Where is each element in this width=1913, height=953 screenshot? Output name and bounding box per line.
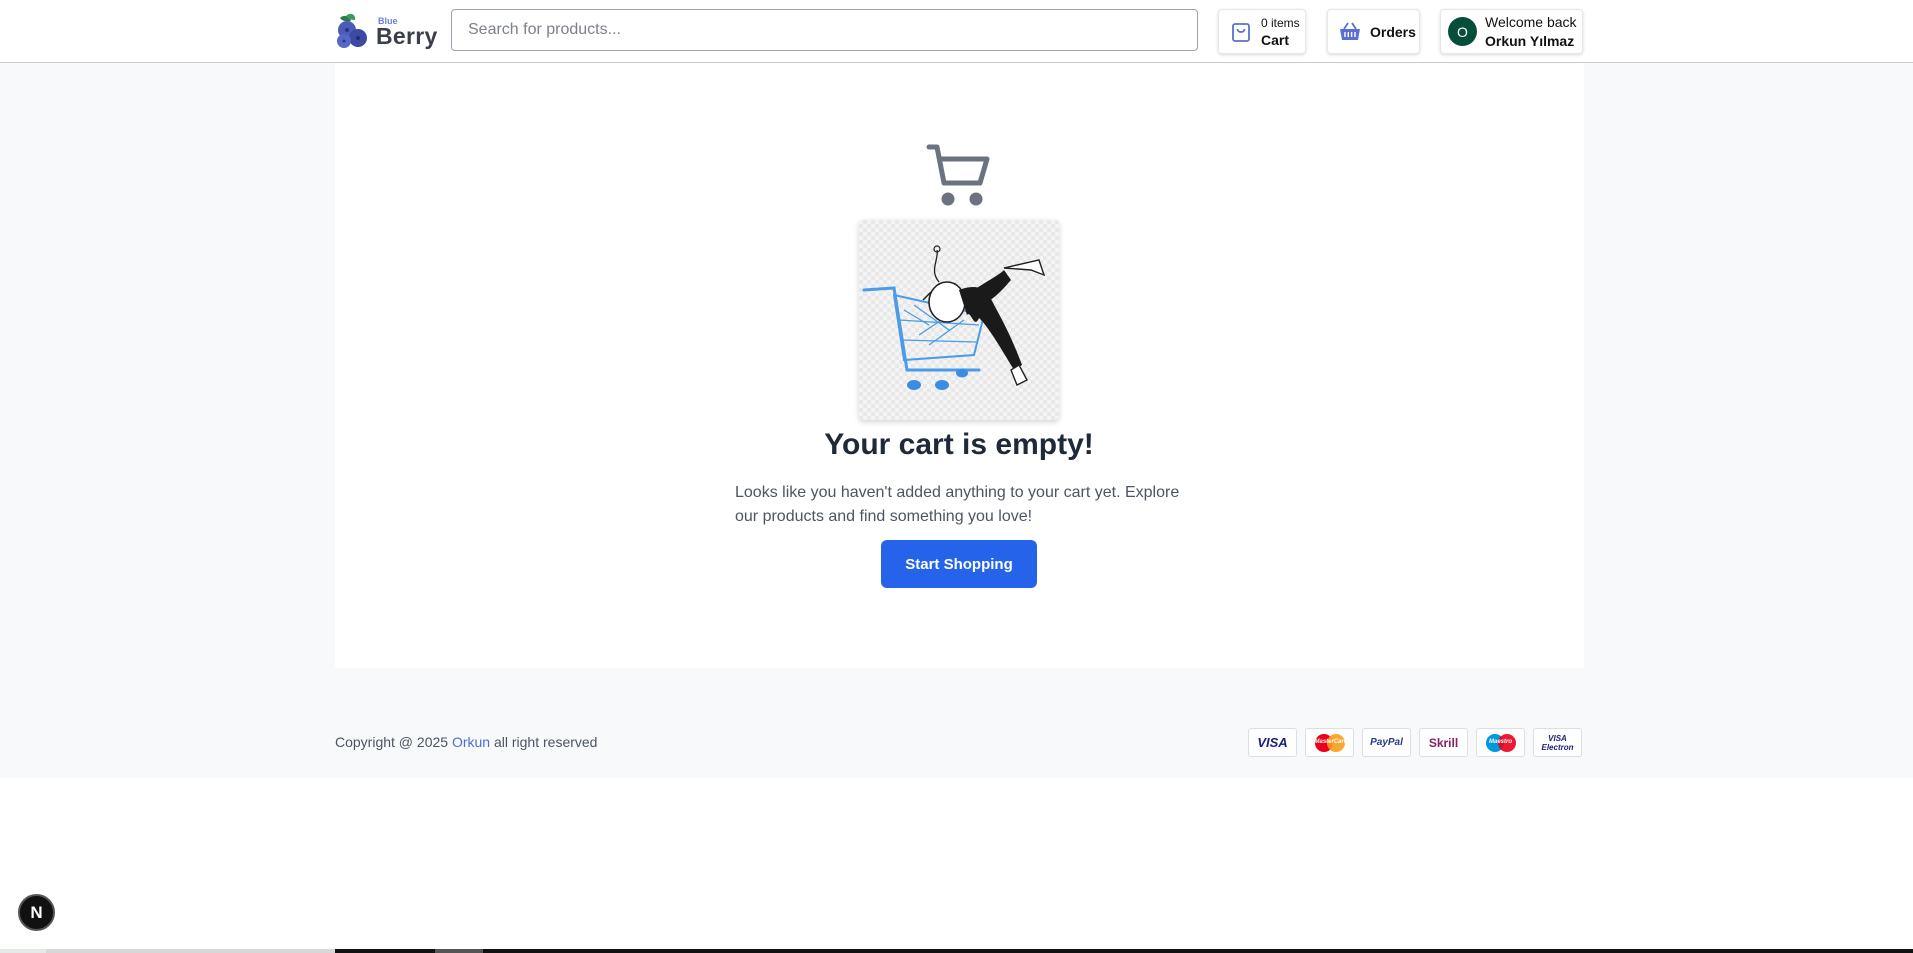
visa-electron-logo-icon: VISA Electron — [1533, 728, 1582, 757]
orders-label: Orders — [1370, 23, 1416, 40]
maestro-logo-icon: Maestro — [1476, 728, 1525, 757]
empty-cart-description: Looks like you haven't added anything to… — [735, 484, 1180, 525]
orders-button[interactable]: Orders — [1327, 9, 1420, 54]
visa-logo-icon: VISA — [1248, 728, 1297, 757]
top-header: Blue Berry 0 items Cart Orders O Welcome… — [0, 0, 1913, 63]
user-name: Orkun Yılmaz — [1485, 32, 1575, 49]
copyright-author-link[interactable]: Orkun — [452, 734, 490, 750]
basket-icon — [1340, 22, 1360, 40]
skrill-logo-icon: Skrill — [1419, 728, 1468, 757]
person-diving-into-cart-illustration — [862, 245, 1046, 390]
paypal-logo-icon: PayPal — [1362, 728, 1411, 757]
dev-tools-badge[interactable]: N — [18, 894, 55, 931]
search-input[interactable] — [451, 9, 1198, 51]
cart-label: Cart — [1261, 31, 1290, 48]
copyright-prefix: Copyright @ 2025 — [335, 734, 449, 750]
copyright-suffix: all right reserved — [493, 734, 598, 750]
shopping-cart-icon — [926, 144, 990, 206]
cart-count: 0 items — [1261, 15, 1300, 30]
empty-cart-illustration — [859, 220, 1059, 420]
empty-cart-title: Your cart is empty! — [824, 428, 1094, 461]
shopping-bag-icon — [1232, 22, 1250, 42]
avatar: O — [1448, 17, 1477, 46]
user-greeting: Welcome back — [1485, 13, 1577, 30]
footer-copyright: Copyright @ 2025 Orkun all right reserve… — [335, 734, 597, 750]
cart-button[interactable]: 0 items Cart — [1218, 9, 1306, 54]
blueberry-logo-icon — [337, 13, 367, 48]
start-shopping-button[interactable]: Start Shopping — [881, 540, 1037, 588]
bottom-scrollbar — [0, 949, 1913, 953]
mastercard-logo-icon: MasterCard — [1305, 728, 1354, 757]
brand-name: Berry — [376, 23, 438, 49]
brand-logo[interactable]: Blue Berry — [334, 12, 437, 50]
user-menu-button[interactable]: O Welcome back Orkun Yılmaz — [1440, 9, 1583, 54]
